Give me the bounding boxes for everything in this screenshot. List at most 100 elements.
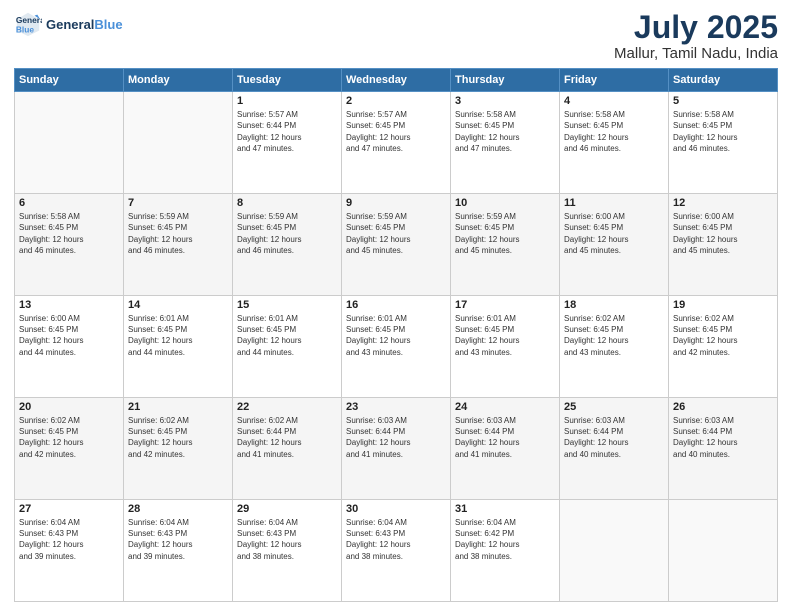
- day-info: Sunrise: 5:59 AM Sunset: 6:45 PM Dayligh…: [237, 211, 337, 256]
- day-number: 14: [128, 299, 228, 311]
- svg-text:Blue: Blue: [16, 24, 34, 34]
- calendar-day-cell: 19 Sunrise: 6:02 AM Sunset: 6:45 PM Dayli…: [669, 296, 778, 398]
- calendar-day-cell: 10 Sunrise: 5:59 AM Sunset: 6:45 PM Dayli…: [451, 194, 560, 296]
- day-info: Sunrise: 6:02 AM Sunset: 6:44 PM Dayligh…: [237, 415, 337, 460]
- day-info: Sunrise: 5:57 AM Sunset: 6:44 PM Dayligh…: [237, 109, 337, 154]
- calendar-day-cell: 22 Sunrise: 6:02 AM Sunset: 6:44 PM Dayli…: [233, 398, 342, 500]
- day-number: 27: [19, 503, 119, 515]
- calendar-day-cell: 2 Sunrise: 5:57 AM Sunset: 6:45 PM Daylig…: [342, 92, 451, 194]
- day-info: Sunrise: 6:04 AM Sunset: 6:43 PM Dayligh…: [128, 517, 228, 562]
- day-number: 6: [19, 197, 119, 209]
- weekday-header: Sunday: [15, 69, 124, 92]
- day-number: 25: [564, 401, 664, 413]
- day-info: Sunrise: 5:58 AM Sunset: 6:45 PM Dayligh…: [19, 211, 119, 256]
- day-info: Sunrise: 6:04 AM Sunset: 6:43 PM Dayligh…: [237, 517, 337, 562]
- calendar-day-cell: 11 Sunrise: 6:00 AM Sunset: 6:45 PM Dayli…: [560, 194, 669, 296]
- day-number: 21: [128, 401, 228, 413]
- day-info: Sunrise: 6:00 AM Sunset: 6:45 PM Dayligh…: [564, 211, 664, 256]
- weekday-header: Saturday: [669, 69, 778, 92]
- calendar-day-cell: 12 Sunrise: 6:00 AM Sunset: 6:45 PM Dayli…: [669, 194, 778, 296]
- logo-icon: General Blue: [14, 10, 42, 38]
- day-number: 17: [455, 299, 555, 311]
- day-number: 10: [455, 197, 555, 209]
- day-info: Sunrise: 5:58 AM Sunset: 6:45 PM Dayligh…: [564, 109, 664, 154]
- weekday-header: Wednesday: [342, 69, 451, 92]
- calendar-day-cell: 29 Sunrise: 6:04 AM Sunset: 6:43 PM Dayli…: [233, 500, 342, 602]
- calendar-day-cell: [669, 500, 778, 602]
- calendar-day-cell: 25 Sunrise: 6:03 AM Sunset: 6:44 PM Dayli…: [560, 398, 669, 500]
- calendar-day-cell: 30 Sunrise: 6:04 AM Sunset: 6:43 PM Dayli…: [342, 500, 451, 602]
- day-info: Sunrise: 6:03 AM Sunset: 6:44 PM Dayligh…: [564, 415, 664, 460]
- weekday-header: Thursday: [451, 69, 560, 92]
- day-number: 3: [455, 95, 555, 107]
- calendar-day-cell: 20Sunrise: 6:02 AM Sunset: 6:45 PM Dayli…: [15, 398, 124, 500]
- day-info: Sunrise: 6:03 AM Sunset: 6:44 PM Dayligh…: [346, 415, 446, 460]
- calendar-week-row: 1 Sunrise: 5:57 AM Sunset: 6:44 PM Daylig…: [15, 92, 778, 194]
- logo-text: GeneralBlue: [46, 17, 123, 32]
- calendar-week-row: 13 Sunrise: 6:00 AM Sunset: 6:45 PM Dayli…: [15, 296, 778, 398]
- day-number: 23: [346, 401, 446, 413]
- day-info: Sunrise: 6:00 AM Sunset: 6:45 PM Dayligh…: [673, 211, 773, 256]
- day-number: 2: [346, 95, 446, 107]
- weekday-header: Tuesday: [233, 69, 342, 92]
- calendar-header-row: SundayMondayTuesdayWednesdayThursdayFrid…: [15, 69, 778, 92]
- calendar-week-row: 27 Sunrise: 6:04 AM Sunset: 6:43 PM Dayli…: [15, 500, 778, 602]
- day-info: Sunrise: 5:59 AM Sunset: 6:45 PM Dayligh…: [128, 211, 228, 256]
- calendar-day-cell: 31Sunrise: 6:04 AM Sunset: 6:42 PM Dayli…: [451, 500, 560, 602]
- logo: General Blue GeneralBlue: [14, 10, 123, 38]
- day-number: 11: [564, 197, 664, 209]
- calendar-table: SundayMondayTuesdayWednesdayThursdayFrid…: [14, 68, 778, 602]
- day-info: Sunrise: 6:03 AM Sunset: 6:44 PM Dayligh…: [673, 415, 773, 460]
- weekday-header: Friday: [560, 69, 669, 92]
- calendar-day-cell: 23 Sunrise: 6:03 AM Sunset: 6:44 PM Dayli…: [342, 398, 451, 500]
- day-number: 22: [237, 401, 337, 413]
- day-number: 15: [237, 299, 337, 311]
- day-number: 29: [237, 503, 337, 515]
- day-info: Sunrise: 5:57 AM Sunset: 6:45 PM Dayligh…: [346, 109, 446, 154]
- calendar-day-cell: 16Sunrise: 6:01 AM Sunset: 6:45 PM Dayli…: [342, 296, 451, 398]
- calendar-day-cell: 6 Sunrise: 5:58 AM Sunset: 6:45 PM Daylig…: [15, 194, 124, 296]
- calendar-week-row: 20Sunrise: 6:02 AM Sunset: 6:45 PM Dayli…: [15, 398, 778, 500]
- calendar-day-cell: 18Sunrise: 6:02 AM Sunset: 6:45 PM Dayli…: [560, 296, 669, 398]
- header: General Blue GeneralBlue July 2025 Mallu…: [14, 10, 778, 62]
- day-number: 28: [128, 503, 228, 515]
- day-info: Sunrise: 6:04 AM Sunset: 6:43 PM Dayligh…: [346, 517, 446, 562]
- calendar-day-cell: 13 Sunrise: 6:00 AM Sunset: 6:45 PM Dayli…: [15, 296, 124, 398]
- calendar-day-cell: [124, 92, 233, 194]
- day-number: 1: [237, 95, 337, 107]
- day-info: Sunrise: 6:02 AM Sunset: 6:45 PM Dayligh…: [19, 415, 119, 460]
- calendar-day-cell: 27 Sunrise: 6:04 AM Sunset: 6:43 PM Dayli…: [15, 500, 124, 602]
- day-info: Sunrise: 6:03 AM Sunset: 6:44 PM Dayligh…: [455, 415, 555, 460]
- day-number: 19: [673, 299, 773, 311]
- calendar-day-cell: 15Sunrise: 6:01 AM Sunset: 6:45 PM Dayli…: [233, 296, 342, 398]
- day-number: 24: [455, 401, 555, 413]
- month-title: July 2025: [614, 10, 778, 45]
- day-number: 12: [673, 197, 773, 209]
- title-block: July 2025 Mallur, Tamil Nadu, India: [614, 10, 778, 62]
- day-info: Sunrise: 5:59 AM Sunset: 6:45 PM Dayligh…: [455, 211, 555, 256]
- day-info: Sunrise: 5:58 AM Sunset: 6:45 PM Dayligh…: [673, 109, 773, 154]
- calendar-day-cell: 28 Sunrise: 6:04 AM Sunset: 6:43 PM Dayli…: [124, 500, 233, 602]
- calendar-day-cell: [15, 92, 124, 194]
- day-info: Sunrise: 5:59 AM Sunset: 6:45 PM Dayligh…: [346, 211, 446, 256]
- day-number: 8: [237, 197, 337, 209]
- day-number: 18: [564, 299, 664, 311]
- calendar-day-cell: 21 Sunrise: 6:02 AM Sunset: 6:45 PM Dayli…: [124, 398, 233, 500]
- day-info: Sunrise: 5:58 AM Sunset: 6:45 PM Dayligh…: [455, 109, 555, 154]
- day-number: 13: [19, 299, 119, 311]
- calendar-day-cell: 1 Sunrise: 5:57 AM Sunset: 6:44 PM Daylig…: [233, 92, 342, 194]
- page: General Blue GeneralBlue July 2025 Mallu…: [0, 0, 792, 612]
- calendar-day-cell: 8 Sunrise: 5:59 AM Sunset: 6:45 PM Daylig…: [233, 194, 342, 296]
- calendar-day-cell: 4Sunrise: 5:58 AM Sunset: 6:45 PM Daylig…: [560, 92, 669, 194]
- calendar-day-cell: 5Sunrise: 5:58 AM Sunset: 6:45 PM Daylig…: [669, 92, 778, 194]
- day-info: Sunrise: 6:02 AM Sunset: 6:45 PM Dayligh…: [128, 415, 228, 460]
- day-info: Sunrise: 6:04 AM Sunset: 6:43 PM Dayligh…: [19, 517, 119, 562]
- location-title: Mallur, Tamil Nadu, India: [614, 45, 778, 62]
- day-number: 30: [346, 503, 446, 515]
- day-info: Sunrise: 6:04 AM Sunset: 6:42 PM Dayligh…: [455, 517, 555, 562]
- day-number: 9: [346, 197, 446, 209]
- day-info: Sunrise: 6:02 AM Sunset: 6:45 PM Dayligh…: [673, 313, 773, 358]
- weekday-header: Monday: [124, 69, 233, 92]
- day-info: Sunrise: 6:00 AM Sunset: 6:45 PM Dayligh…: [19, 313, 119, 358]
- day-info: Sunrise: 6:01 AM Sunset: 6:45 PM Dayligh…: [455, 313, 555, 358]
